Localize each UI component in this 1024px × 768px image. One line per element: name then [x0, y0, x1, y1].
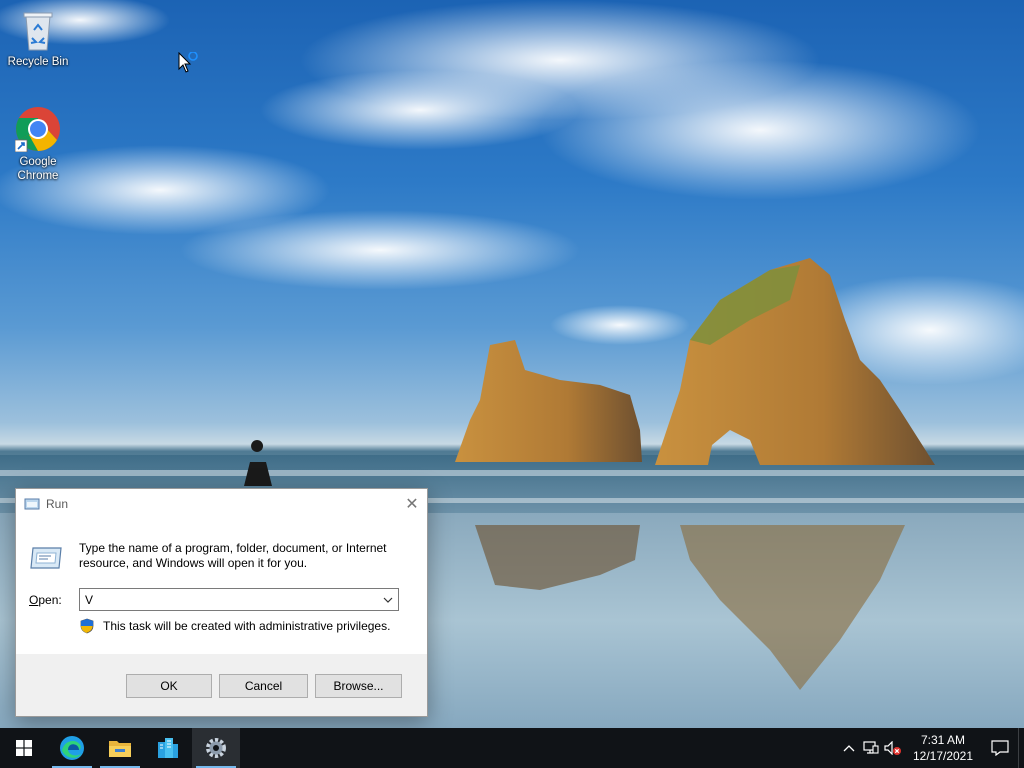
run-dialog: Run ✕ Type the name of a program, folder…: [15, 488, 428, 717]
chevron-down-icon: [383, 597, 393, 603]
open-combobox[interactable]: [79, 588, 399, 611]
cancel-button[interactable]: Cancel: [219, 674, 308, 698]
chevron-up-icon: [843, 745, 855, 752]
taskbar-settings[interactable]: [192, 728, 240, 768]
open-label-text: pen:: [38, 593, 62, 607]
uac-shield-icon: [80, 618, 94, 634]
settings-gear-icon: [206, 738, 226, 758]
run-dialog-title: Run: [46, 497, 69, 511]
windows-start-icon: [16, 740, 32, 756]
chrome-icon: [15, 107, 60, 152]
show-hidden-icons-button[interactable]: [838, 728, 860, 768]
recycle-bin-label: Recycle Bin: [7, 56, 69, 68]
mouse-cursor-busy-icon: [178, 52, 198, 73]
run-dialog-footer: OK Cancel Browse...: [16, 654, 427, 716]
desktop-icon-google-chrome[interactable]: Google Chrome: [0, 106, 76, 183]
recycle-bin-icon: [23, 12, 53, 51]
open-dropdown-button[interactable]: [378, 589, 398, 610]
run-dialog-body: Type the name of a program, folder, docu…: [16, 519, 427, 654]
notification-icon: [991, 740, 1009, 756]
close-icon: ✕: [405, 496, 419, 513]
taskbar-office[interactable]: [144, 728, 192, 768]
clock-time: 7:31 AM: [920, 733, 966, 747]
file-explorer-icon: [109, 741, 131, 757]
network-icon: [863, 741, 879, 754]
taskbar-edge[interactable]: [48, 728, 96, 768]
show-desktop-button[interactable]: [1018, 728, 1024, 768]
action-center-button[interactable]: [982, 728, 1018, 768]
edge-icon: [60, 736, 84, 760]
run-app-icon: [24, 498, 40, 510]
open-input[interactable]: [80, 589, 378, 610]
volume-tray-button[interactable]: [882, 728, 904, 768]
close-button[interactable]: ✕: [397, 489, 427, 519]
open-label: Open:: [29, 593, 62, 607]
run-icon: [30, 547, 62, 569]
taskbar-file-explorer[interactable]: [96, 728, 144, 768]
admin-note-text: This task will be created with administr…: [103, 619, 391, 633]
system-tray: 7:31 AM 12/17/2021: [838, 728, 1024, 768]
chrome-label: Google Chrome: [17, 156, 59, 182]
taskbar-clock[interactable]: 7:31 AM 12/17/2021: [904, 732, 982, 764]
network-tray-button[interactable]: [860, 728, 882, 768]
taskbar: 7:31 AM 12/17/2021: [0, 728, 1024, 768]
volume-muted-icon: [884, 741, 901, 755]
office-icon: [158, 738, 178, 758]
desktop-icon-recycle-bin[interactable]: Recycle Bin: [0, 8, 76, 69]
open-label-accesskey: O: [29, 593, 39, 607]
clock-date: 12/17/2021: [912, 749, 974, 763]
admin-note: This task will be created with administr…: [79, 618, 390, 634]
start-button[interactable]: [0, 728, 48, 768]
run-description: Type the name of a program, folder, docu…: [79, 541, 387, 570]
ok-button[interactable]: OK: [126, 674, 212, 698]
run-dialog-titlebar[interactable]: Run ✕: [16, 489, 427, 519]
browse-button[interactable]: Browse...: [315, 674, 402, 698]
